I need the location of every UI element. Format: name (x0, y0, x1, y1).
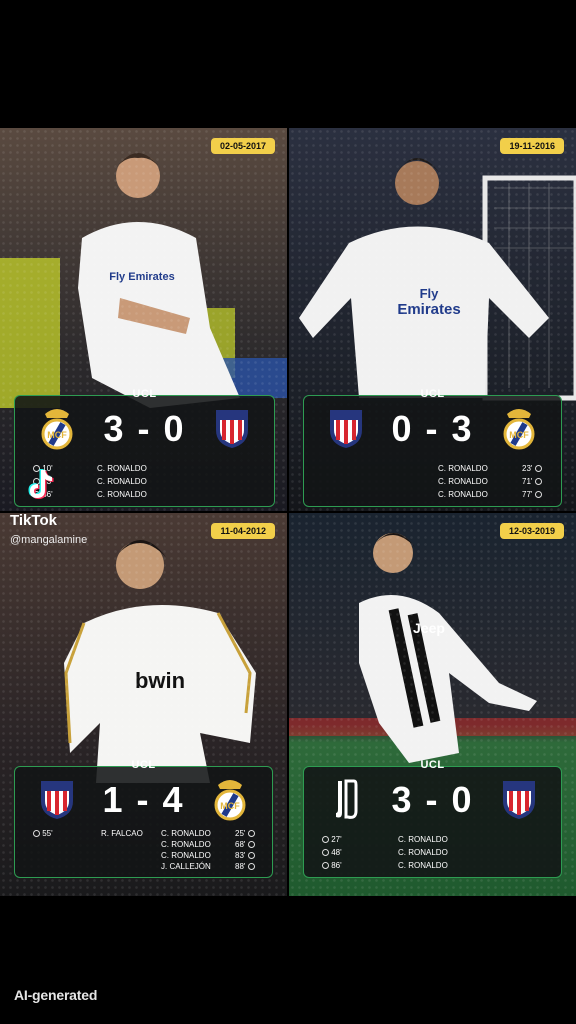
match-date-badge: 12-03-2019 (499, 523, 564, 539)
real-madrid-crest-icon: MCF (503, 409, 535, 450)
match-panel-3: bwin 11-04-2012 UCL 1 - 4 MCF 55' R. FAL… (0, 513, 287, 896)
scorer-row: C. RONALDO 77' (304, 488, 561, 501)
score-card: UCL 0 - 3 MCF C. RONALDO 23' C. RONALDO … (303, 388, 562, 507)
score-card: UCL 3 - 0 27' C. RONALDO 48' C. RONALDO … (303, 759, 562, 878)
competition-label: UCL (420, 388, 445, 400)
scorer-row: C. RONALDO 23' (304, 462, 561, 475)
ball-icon (33, 830, 40, 837)
score-card: UCL 1 - 4 MCF 55' R. FALCAO C. RONALDO 2… (14, 759, 273, 878)
ball-icon (322, 862, 329, 869)
match-date-badge: 02-05-2017 (210, 138, 275, 154)
competition-label: UCL (132, 388, 157, 400)
scorer-row: C. RONALDO 83' (15, 849, 272, 860)
real-madrid-crest-icon: MCF (214, 780, 246, 821)
scorer-row: 48' C. RONALDO (304, 846, 561, 859)
scorer-row: C. RONALDO 71' (304, 475, 561, 488)
scorer-row: 86' C. RONALDO (304, 859, 561, 872)
ball-icon (534, 478, 542, 485)
scorer-row: 27' C. RONALDO (304, 833, 561, 846)
competition-label: UCL (131, 759, 156, 771)
ball-icon (247, 863, 255, 870)
ball-icon (322, 836, 329, 843)
match-panel-1: Fly Emirates 02-05-2017 UCL MCF 3 - 0 10… (0, 128, 287, 511)
svg-text:MCF: MCF (220, 801, 240, 811)
tiktok-brand: TikTok (10, 512, 57, 529)
scorer-row: 55' R. FALCAO C. RONALDO 25' (15, 827, 272, 838)
match-date-badge: 19-11-2016 (500, 138, 564, 154)
tiktok-handle: @mangalamine (10, 534, 88, 546)
competition-label: UCL (420, 759, 445, 771)
match-grid: Fly Emirates 02-05-2017 UCL MCF 3 - 0 10… (0, 128, 576, 896)
match-panel-4: Jeep 12-03-2019 UCL 3 - 0 27' C. RONALDO (289, 513, 576, 896)
scorers-list: 27' C. RONALDO 48' C. RONALDO 86' C. RON… (304, 833, 561, 872)
scorers-list: C. RONALDO 23' C. RONALDO 71' C. RONALDO… (304, 462, 561, 501)
ball-icon (322, 849, 329, 856)
match-panel-2: Fly Emirates 19-11-2016 UCL 0 - 3 MCF C.… (289, 128, 576, 511)
atletico-madrid-crest-icon (503, 781, 535, 819)
ball-icon (247, 841, 255, 848)
scorer-row: J. CALLEJÓN 88' (15, 860, 272, 871)
ball-icon (247, 830, 255, 837)
atletico-madrid-crest-icon (216, 410, 248, 448)
ball-icon (534, 491, 542, 498)
match-date-badge: 11-04-2012 (211, 523, 275, 539)
ai-generated-label: AI-generated (14, 987, 98, 1003)
ball-icon (534, 465, 542, 472)
scorer-row: C. RONALDO 68' (15, 838, 272, 849)
svg-text:MCF: MCF (509, 430, 529, 440)
scorers-list: 55' R. FALCAO C. RONALDO 25' C. RONALDO … (15, 827, 272, 871)
ball-icon (247, 852, 255, 859)
tiktok-logo-icon (28, 469, 54, 499)
